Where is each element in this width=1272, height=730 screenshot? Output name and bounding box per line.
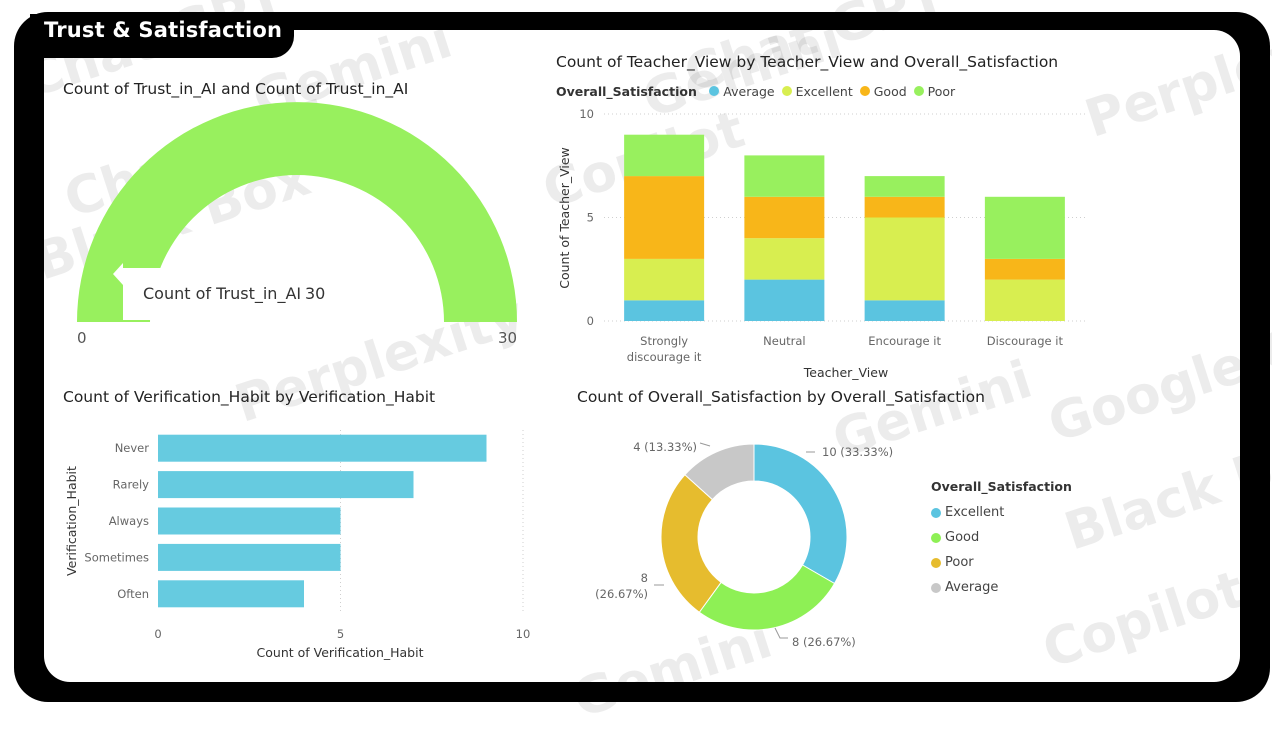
data-label: 4 (13.33%) (633, 440, 697, 454)
data-label: (26.67%) (595, 587, 648, 601)
legend-label: Poor (945, 555, 974, 570)
data-label: 8 (641, 571, 648, 585)
leader-line (699, 442, 711, 447)
donut-legend-title: Overall_Satisfaction (931, 479, 1072, 494)
donut-slice-good[interactable] (698, 564, 836, 631)
legend-label: Good (945, 530, 980, 545)
legend-dot (931, 582, 941, 593)
legend-label: Excellent (945, 505, 1005, 520)
legend-item-average[interactable]: Average (931, 575, 1072, 600)
legend-label: Average (945, 580, 999, 595)
legend-item-good[interactable]: Good (931, 525, 1072, 550)
legend-dot (931, 507, 941, 518)
donut-slice-excellent[interactable] (753, 443, 848, 585)
data-label: 10 (33.33%) (822, 445, 893, 459)
leader-line (774, 627, 788, 639)
legend-item-poor[interactable]: Poor (931, 550, 1072, 575)
donut-legend: Overall_Satisfaction Excellent Good Poor Av… (931, 479, 1072, 600)
data-label: 8 (26.67%) (792, 635, 856, 649)
legend-item-excellent[interactable]: Excellent (931, 500, 1072, 525)
legend-dot (931, 557, 941, 568)
donut-chart[interactable]: 10 (33.33%) 8 (26.67%) 8 (26.67%) 4 (13.33%) (0, 0, 1272, 707)
legend-dot (931, 532, 941, 543)
